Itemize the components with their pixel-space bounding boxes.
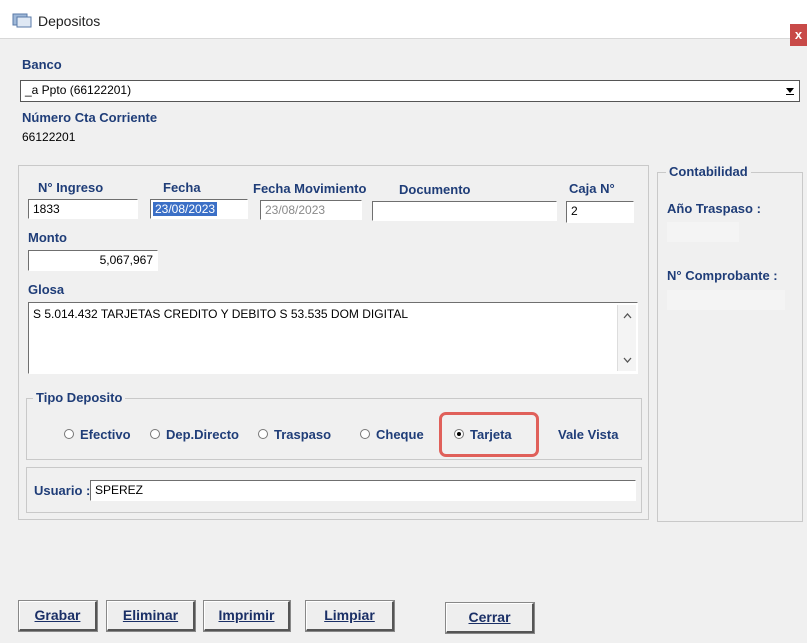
monto-input[interactable]: 5,067,967 bbox=[28, 250, 158, 271]
fecha-label: Fecha bbox=[163, 180, 201, 195]
tipo-deposito-legend: Tipo Deposito bbox=[33, 390, 126, 405]
usuario-label: Usuario : bbox=[34, 483, 91, 498]
radio-cheque-label[interactable]: Cheque bbox=[376, 427, 424, 442]
radio-cheque[interactable]: Cheque bbox=[360, 425, 424, 443]
radio-efectivo-circle[interactable] bbox=[64, 429, 74, 439]
fecha-mov-label: Fecha Movimiento bbox=[253, 181, 367, 196]
contabilidad-legend: Contabilidad bbox=[666, 164, 751, 179]
documento-input[interactable] bbox=[372, 201, 557, 221]
radio-cheque-circle[interactable] bbox=[360, 429, 370, 439]
app-icon bbox=[12, 13, 32, 28]
radio-traspaso-circle[interactable] bbox=[258, 429, 268, 439]
comprobante-label: N° Comprobante : bbox=[667, 268, 778, 283]
tarjeta-highlight-annotation bbox=[439, 412, 539, 457]
scroll-up-icon[interactable] bbox=[623, 313, 632, 319]
comprobante-value bbox=[667, 290, 785, 310]
anio-traspaso-label: Año Traspaso : bbox=[667, 201, 761, 216]
banco-label: Banco bbox=[22, 57, 62, 72]
glosa-scrollbar[interactable] bbox=[617, 305, 636, 371]
documento-label: Documento bbox=[399, 182, 471, 197]
fecha-input[interactable]: 23/08/2023 bbox=[150, 199, 248, 219]
radio-traspaso[interactable]: Traspaso bbox=[258, 425, 331, 443]
radio-dep-directo-circle[interactable] bbox=[150, 429, 160, 439]
cerrar-button[interactable]: Cerrar bbox=[445, 602, 535, 634]
radio-traspaso-label[interactable]: Traspaso bbox=[274, 427, 331, 442]
grabar-button[interactable]: Grabar bbox=[18, 600, 98, 632]
window-title: Depositos bbox=[38, 13, 101, 29]
limpiar-button[interactable]: Limpiar bbox=[305, 600, 395, 632]
ingreso-input[interactable]: 1833 bbox=[28, 199, 138, 219]
title-bar: Depositos bbox=[0, 0, 807, 39]
monto-label: Monto bbox=[28, 230, 67, 245]
banco-select-value: _a Ppto (66122201) bbox=[25, 83, 132, 97]
cuenta-label: Número Cta Corriente bbox=[22, 110, 158, 125]
glosa-textarea[interactable]: S 5.014.432 TARJETAS CREDITO Y DEBITO S … bbox=[28, 302, 638, 374]
caja-input[interactable]: 2 bbox=[566, 201, 634, 223]
radio-efectivo[interactable]: Efectivo bbox=[64, 425, 131, 443]
usuario-input[interactable]: SPEREZ bbox=[90, 480, 636, 501]
eliminar-button[interactable]: Eliminar bbox=[106, 600, 196, 632]
anio-traspaso-value bbox=[667, 222, 739, 242]
cuenta-value: 66122201 bbox=[22, 130, 76, 144]
glosa-label: Glosa bbox=[28, 282, 65, 297]
caja-label: Caja N° bbox=[569, 181, 615, 196]
chevron-down-icon[interactable] bbox=[785, 87, 795, 95]
glosa-text: S 5.014.432 TARJETAS CREDITO Y DEBITO S … bbox=[33, 307, 409, 321]
radio-vale-vista[interactable]: Vale Vista bbox=[542, 425, 618, 443]
imprimir-button[interactable]: Imprimir bbox=[203, 600, 291, 632]
fecha-mov-input[interactable]: 23/08/2023 bbox=[260, 200, 362, 220]
scroll-down-icon[interactable] bbox=[623, 357, 632, 363]
banco-select[interactable]: _a Ppto (66122201) bbox=[20, 80, 800, 102]
radio-efectivo-label[interactable]: Efectivo bbox=[80, 427, 131, 442]
fecha-selected-text: 23/08/2023 bbox=[153, 202, 218, 216]
radio-vale-vista-label[interactable]: Vale Vista bbox=[558, 427, 618, 442]
close-button[interactable]: x bbox=[790, 24, 807, 46]
radio-dep-directo[interactable]: Dep.Directo bbox=[150, 425, 239, 443]
ingreso-label: N° Ingreso bbox=[38, 180, 104, 195]
radio-dep-directo-label[interactable]: Dep.Directo bbox=[166, 427, 239, 442]
